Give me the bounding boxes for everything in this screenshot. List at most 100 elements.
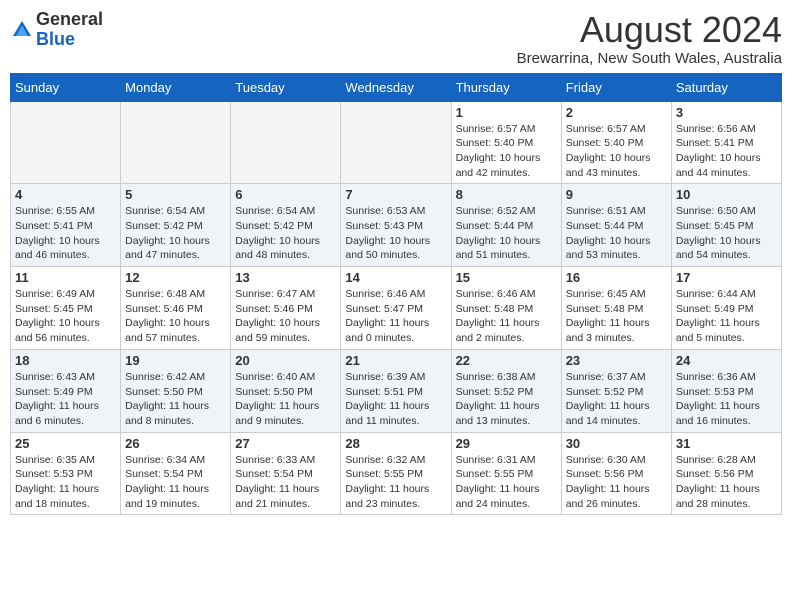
logo-general-text: General [36, 9, 103, 29]
calendar-day-cell: 5 Sunrise: 6:54 AM Sunset: 5:42 PM Daylig… [121, 184, 231, 267]
day-info: Sunrise: 6:46 AM Sunset: 5:47 PM Dayligh… [345, 287, 446, 346]
day-number: 31 [676, 436, 777, 451]
day-info: Sunrise: 6:54 AM Sunset: 5:42 PM Dayligh… [235, 204, 336, 263]
calendar-week-row: 25 Sunrise: 6:35 AM Sunset: 5:53 PM Dayli… [11, 432, 782, 515]
day-number: 24 [676, 353, 777, 368]
calendar-day-cell: 22 Sunrise: 6:38 AM Sunset: 5:52 PM Dayli… [451, 349, 561, 432]
calendar-day-cell: 26 Sunrise: 6:34 AM Sunset: 5:54 PM Dayli… [121, 432, 231, 515]
day-number: 21 [345, 353, 446, 368]
logo-blue-text: Blue [36, 29, 75, 49]
day-info: Sunrise: 6:42 AM Sunset: 5:50 PM Dayligh… [125, 370, 226, 429]
day-number: 14 [345, 270, 446, 285]
day-info: Sunrise: 6:38 AM Sunset: 5:52 PM Dayligh… [456, 370, 557, 429]
day-info: Sunrise: 6:55 AM Sunset: 5:41 PM Dayligh… [15, 204, 116, 263]
calendar-day-cell: 10 Sunrise: 6:50 AM Sunset: 5:45 PM Dayli… [671, 184, 781, 267]
calendar-day-cell: 31 Sunrise: 6:28 AM Sunset: 5:56 PM Dayli… [671, 432, 781, 515]
day-number: 12 [125, 270, 226, 285]
day-number: 10 [676, 187, 777, 202]
calendar-day-cell: 1Sunrise: 6:57 AM Sunset: 5:40 PM Daylig… [451, 101, 561, 184]
calendar-day-cell: 4Sunrise: 6:55 AM Sunset: 5:41 PM Daylig… [11, 184, 121, 267]
logo: General Blue [10, 10, 103, 50]
calendar-week-row: 18Sunrise: 6:43 AM Sunset: 5:49 PM Dayli… [11, 349, 782, 432]
location-subtitle: Brewarrina, New South Wales, Australia [517, 50, 782, 67]
logo-icon [10, 18, 34, 42]
calendar-day-cell: 15 Sunrise: 6:46 AM Sunset: 5:48 PM Dayli… [451, 267, 561, 350]
weekday-header-wednesday: Wednesday [341, 73, 451, 101]
calendar-day-cell: 2 Sunrise: 6:57 AM Sunset: 5:40 PM Daylig… [561, 101, 671, 184]
day-info: Sunrise: 6:39 AM Sunset: 5:51 PM Dayligh… [345, 370, 446, 429]
day-number: 6 [235, 187, 336, 202]
day-info: Sunrise: 6:46 AM Sunset: 5:48 PM Dayligh… [456, 287, 557, 346]
day-info: Sunrise: 6:53 AM Sunset: 5:43 PM Dayligh… [345, 204, 446, 263]
calendar-day-cell: 23 Sunrise: 6:37 AM Sunset: 5:52 PM Dayli… [561, 349, 671, 432]
day-info: Sunrise: 6:40 AM Sunset: 5:50 PM Dayligh… [235, 370, 336, 429]
calendar-day-cell: 25 Sunrise: 6:35 AM Sunset: 5:53 PM Dayli… [11, 432, 121, 515]
day-info: Sunrise: 6:28 AM Sunset: 5:56 PM Dayligh… [676, 453, 777, 512]
day-number: 11 [15, 270, 116, 285]
day-info: Sunrise: 6:34 AM Sunset: 5:54 PM Dayligh… [125, 453, 226, 512]
weekday-header-saturday: Saturday [671, 73, 781, 101]
day-number: 19 [125, 353, 226, 368]
calendar-day-cell: 6 Sunrise: 6:54 AM Sunset: 5:42 PM Daylig… [231, 184, 341, 267]
calendar-day-cell: 12 Sunrise: 6:48 AM Sunset: 5:46 PM Dayli… [121, 267, 231, 350]
day-number: 7 [345, 187, 446, 202]
calendar-day-cell: 13Sunrise: 6:47 AM Sunset: 5:46 PM Dayli… [231, 267, 341, 350]
day-info: Sunrise: 6:57 AM Sunset: 5:40 PM Dayligh… [456, 122, 557, 181]
day-number: 17 [676, 270, 777, 285]
calendar-day-cell: 8Sunrise: 6:52 AM Sunset: 5:44 PM Daylig… [451, 184, 561, 267]
day-number: 16 [566, 270, 667, 285]
weekday-header-thursday: Thursday [451, 73, 561, 101]
calendar-day-cell: 29Sunrise: 6:31 AM Sunset: 5:55 PM Dayli… [451, 432, 561, 515]
calendar-header-row: SundayMondayTuesdayWednesdayThursdayFrid… [11, 73, 782, 101]
day-info: Sunrise: 6:30 AM Sunset: 5:56 PM Dayligh… [566, 453, 667, 512]
day-number: 22 [456, 353, 557, 368]
calendar-day-cell: 3 Sunrise: 6:56 AM Sunset: 5:41 PM Daylig… [671, 101, 781, 184]
weekday-header-tuesday: Tuesday [231, 73, 341, 101]
title-section: August 2024 Brewarrina, New South Wales,… [517, 10, 782, 67]
day-number: 2 [566, 105, 667, 120]
day-number: 18 [15, 353, 116, 368]
month-year-title: August 2024 [517, 10, 782, 50]
day-info: Sunrise: 6:56 AM Sunset: 5:41 PM Dayligh… [676, 122, 777, 181]
day-number: 13 [235, 270, 336, 285]
day-number: 23 [566, 353, 667, 368]
calendar-day-cell: 30 Sunrise: 6:30 AM Sunset: 5:56 PM Dayli… [561, 432, 671, 515]
day-number: 30 [566, 436, 667, 451]
day-number: 8 [456, 187, 557, 202]
day-info: Sunrise: 6:37 AM Sunset: 5:52 PM Dayligh… [566, 370, 667, 429]
day-number: 26 [125, 436, 226, 451]
day-info: Sunrise: 6:48 AM Sunset: 5:46 PM Dayligh… [125, 287, 226, 346]
day-number: 5 [125, 187, 226, 202]
day-number: 25 [15, 436, 116, 451]
day-info: Sunrise: 6:54 AM Sunset: 5:42 PM Dayligh… [125, 204, 226, 263]
day-info: Sunrise: 6:45 AM Sunset: 5:48 PM Dayligh… [566, 287, 667, 346]
day-number: 20 [235, 353, 336, 368]
calendar-day-cell: 18Sunrise: 6:43 AM Sunset: 5:49 PM Dayli… [11, 349, 121, 432]
calendar-empty-cell [231, 101, 341, 184]
calendar-day-cell: 20 Sunrise: 6:40 AM Sunset: 5:50 PM Dayli… [231, 349, 341, 432]
calendar-day-cell: 7 Sunrise: 6:53 AM Sunset: 5:43 PM Daylig… [341, 184, 451, 267]
calendar-day-cell: 28Sunrise: 6:32 AM Sunset: 5:55 PM Dayli… [341, 432, 451, 515]
day-info: Sunrise: 6:49 AM Sunset: 5:45 PM Dayligh… [15, 287, 116, 346]
calendar-day-cell: 11 Sunrise: 6:49 AM Sunset: 5:45 PM Dayli… [11, 267, 121, 350]
calendar-empty-cell [121, 101, 231, 184]
day-info: Sunrise: 6:44 AM Sunset: 5:49 PM Dayligh… [676, 287, 777, 346]
calendar-day-cell: 24 Sunrise: 6:36 AM Sunset: 5:53 PM Dayli… [671, 349, 781, 432]
calendar-day-cell: 14 Sunrise: 6:46 AM Sunset: 5:47 PM Dayli… [341, 267, 451, 350]
calendar-week-row: 4Sunrise: 6:55 AM Sunset: 5:41 PM Daylig… [11, 184, 782, 267]
calendar-week-row: 11 Sunrise: 6:49 AM Sunset: 5:45 PM Dayli… [11, 267, 782, 350]
day-number: 3 [676, 105, 777, 120]
day-number: 15 [456, 270, 557, 285]
calendar-empty-cell [11, 101, 121, 184]
day-info: Sunrise: 6:36 AM Sunset: 5:53 PM Dayligh… [676, 370, 777, 429]
calendar-day-cell: 17 Sunrise: 6:44 AM Sunset: 5:49 PM Dayli… [671, 267, 781, 350]
day-info: Sunrise: 6:57 AM Sunset: 5:40 PM Dayligh… [566, 122, 667, 181]
day-info: Sunrise: 6:35 AM Sunset: 5:53 PM Dayligh… [15, 453, 116, 512]
calendar-day-cell: 27 Sunrise: 6:33 AM Sunset: 5:54 PM Dayli… [231, 432, 341, 515]
day-info: Sunrise: 6:50 AM Sunset: 5:45 PM Dayligh… [676, 204, 777, 263]
page-header: General Blue August 2024 Brewarrina, New… [10, 10, 782, 67]
calendar-day-cell: 21 Sunrise: 6:39 AM Sunset: 5:51 PM Dayli… [341, 349, 451, 432]
day-number: 27 [235, 436, 336, 451]
day-info: Sunrise: 6:33 AM Sunset: 5:54 PM Dayligh… [235, 453, 336, 512]
calendar-table: SundayMondayTuesdayWednesdayThursdayFrid… [10, 73, 782, 516]
